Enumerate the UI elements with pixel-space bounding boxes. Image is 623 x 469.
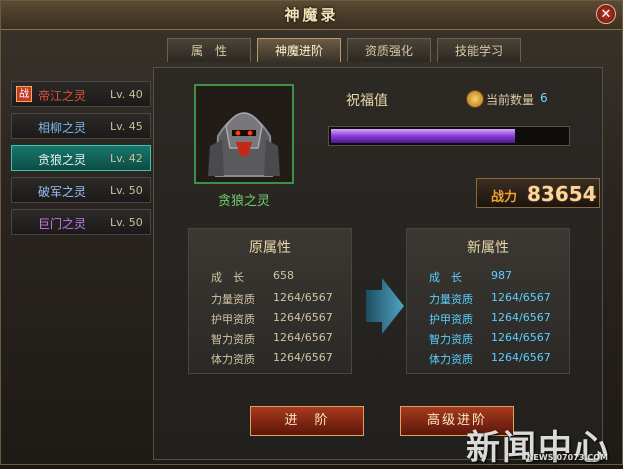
attr-key: 智力资质: [429, 333, 473, 346]
attr-value: 658: [273, 269, 294, 282]
portrait-name: 贪狼之灵: [217, 194, 270, 209]
attr-value: 1264/6567: [491, 311, 551, 324]
close-button[interactable]: ✕: [596, 4, 616, 24]
power-value: 83654: [527, 182, 597, 206]
spirit-name: 相柳之灵: [38, 121, 87, 135]
spirit-level: Lv. 42: [110, 152, 143, 165]
spirit-level: Lv. 50: [110, 216, 143, 229]
attr-value: 1264/6567: [273, 351, 333, 364]
advance-panel: 贪狼之灵 祝福值 当前数量 6 战力 83654 原属性 成 长 658 力量资…: [153, 67, 603, 460]
power-label: 战力: [491, 190, 518, 205]
coin-icon: [466, 90, 484, 108]
bless-label: 祝福值: [346, 93, 388, 109]
spirit-level: Lv. 40: [110, 88, 143, 101]
spirit-name: 贪狼之灵: [38, 153, 87, 167]
new-attributes: 新属性 成 长 987 力量资质 1264/6567 护甲资质 1264/656…: [406, 228, 570, 374]
attr-value: 1264/6567: [491, 351, 551, 364]
attr-key: 护甲资质: [211, 313, 255, 326]
attr-key: 体力资质: [211, 353, 255, 366]
spirit-item-xiangliu[interactable]: 相柳之灵 Lv. 45: [11, 113, 151, 139]
window-title: 神魔录: [284, 6, 339, 24]
arrow-right-icon: [366, 278, 404, 334]
spirit-name: 帝江之灵: [38, 89, 87, 103]
title-bar: 神魔录 ✕: [1, 1, 622, 30]
count-value: 6: [540, 91, 548, 105]
spirit-level: Lv. 45: [110, 120, 143, 133]
tab-aptitude[interactable]: 资质强化: [347, 38, 431, 62]
attr-value: 987: [491, 269, 512, 282]
attr-value: 1264/6567: [273, 331, 333, 344]
battle-badge-icon: 战: [16, 86, 32, 102]
attr-key: 成 长: [211, 271, 244, 284]
spirit-item-pojun[interactable]: 破军之灵 Lv. 50: [11, 177, 151, 203]
attr-value: 1264/6567: [491, 291, 551, 304]
bless-progress-bar: [328, 126, 570, 146]
attr-key: 护甲资质: [429, 313, 473, 326]
attr-value: 1264/6567: [273, 291, 333, 304]
attr-key: 体力资质: [429, 353, 473, 366]
site-watermark: 新闻中心 NEWS.07073.COM: [466, 420, 616, 468]
tab-skills[interactable]: 技能学习: [437, 38, 521, 62]
original-attr-title: 原属性: [249, 240, 291, 256]
advance-button[interactable]: 进 阶: [250, 406, 364, 436]
bless-progress-fill: [331, 129, 515, 143]
tab-attributes[interactable]: 属 性: [167, 38, 251, 62]
spirit-item-dijiang[interactable]: 战 帝江之灵 Lv. 40: [11, 81, 151, 107]
spirit-item-tanlang[interactable]: 贪狼之灵 Lv. 42: [11, 145, 151, 171]
shenmolu-window: 神魔录 ✕ 属 性 神魔进阶 资质强化 技能学习 战 帝江之灵 Lv. 40 相…: [0, 0, 623, 468]
watermark-url: NEWS.07073.COM: [526, 453, 608, 462]
tab-advance[interactable]: 神魔进阶: [257, 38, 341, 62]
count-label: 当前数量: [486, 93, 535, 107]
attr-key: 智力资质: [211, 333, 255, 346]
watermark-text: 新闻中心: [466, 428, 610, 468]
new-attr-title: 新属性: [467, 240, 509, 256]
attr-key: 成 长: [429, 271, 462, 284]
spirit-name: 巨门之灵: [38, 217, 87, 231]
spirit-level: Lv. 50: [110, 184, 143, 197]
attr-value: 1264/6567: [491, 331, 551, 344]
attr-key: 力量资质: [429, 293, 473, 306]
original-attributes: 原属性 成 长 658 力量资质 1264/6567 护甲资质 1264/656…: [188, 228, 352, 374]
combat-power: 战力 83654: [476, 178, 600, 208]
spirit-name: 破军之灵: [38, 185, 87, 199]
spirit-item-jumen[interactable]: 巨门之灵 Lv. 50: [11, 209, 151, 235]
armored-warrior-portrait-icon: [196, 86, 292, 182]
attr-value: 1264/6567: [273, 311, 333, 324]
attr-key: 力量资质: [211, 293, 255, 306]
spirit-portrait: [194, 84, 294, 184]
